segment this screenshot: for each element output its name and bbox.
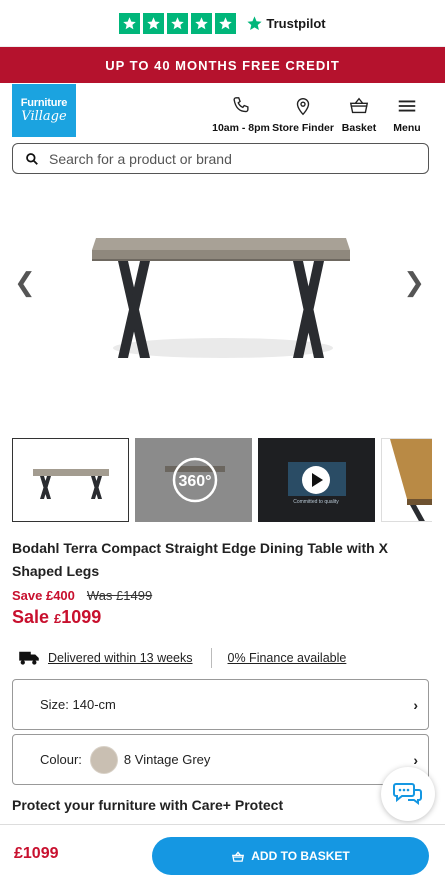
basket-icon [349, 97, 369, 114]
sticky-basket-bar: £1099 ADD TO BASKET [0, 824, 445, 882]
basket-icon [232, 850, 245, 862]
product-title: Bodahl Terra Compact Straight Edge Dinin… [12, 540, 388, 579]
hours-label: 10am - 8pm [212, 122, 270, 134]
table-detail-thumbnail-image [390, 439, 432, 521]
delivery-finance-row: Delivered within 13 weeks 0% Finance ava… [18, 648, 346, 668]
add-to-basket-button[interactable]: ADD TO BASKET [152, 837, 429, 875]
video-thumbnail-image: Committed to quality [288, 462, 346, 505]
chevron-right-icon: › [413, 696, 418, 713]
logo-line1: Furniture [20, 97, 68, 109]
delivery-time-link[interactable]: Delivered within 13 weeks [48, 651, 193, 665]
size-value: 140-cm [72, 697, 116, 712]
colour-swatch [89, 745, 118, 774]
menu-label: Menu [393, 122, 421, 134]
delivery-truck-icon [19, 651, 39, 665]
star-icon [143, 12, 165, 34]
star-icon [191, 12, 213, 34]
sticky-price: £1099 [14, 844, 59, 862]
size-label: Size: [40, 697, 69, 712]
star-icon [215, 12, 237, 34]
colour-value: 8 Vintage Grey [123, 752, 211, 767]
thumbnail-strip: 360° Committed to quality [12, 438, 432, 522]
opening-hours-button[interactable]: 10am - 8pm [211, 95, 271, 134]
rotate-360-icon: 360° [165, 457, 225, 503]
search-bar[interactable] [12, 143, 429, 174]
sale-label: Sale [12, 607, 55, 627]
sale-amount: 1099 [61, 607, 102, 627]
colour-selector[interactable]: Colour: 8 Vintage Grey › [12, 734, 429, 785]
thumb-360-label: 360° [178, 473, 211, 490]
store-finder-label: Store Finder [272, 122, 334, 134]
table-thumbnail-image [33, 469, 109, 499]
hamburger-menu-icon [398, 100, 416, 112]
chat-button[interactable] [381, 767, 435, 821]
colour-label: Colour: [40, 752, 82, 767]
add-to-basket-label: ADD TO BASKET [251, 849, 350, 863]
thumbnail-table[interactable] [12, 438, 129, 522]
store-finder-button[interactable]: Store Finder [271, 95, 335, 134]
phone-icon [233, 97, 249, 113]
basket-label: Basket [341, 122, 377, 134]
chevron-right-icon: › [413, 751, 418, 768]
location-pin-icon [296, 98, 310, 116]
price-comparison: Save £400 Was £1499 [12, 588, 152, 603]
basket-button[interactable]: Basket [335, 95, 383, 134]
sale-price: Sale £1099 [12, 607, 101, 628]
divider [210, 648, 212, 668]
finance-link[interactable]: 0% Finance available [228, 651, 347, 665]
search-icon[interactable] [25, 152, 39, 166]
dining-table-image [92, 238, 350, 358]
furniture-village-logo[interactable]: Furniture Village [12, 84, 76, 137]
trustpilot-bar[interactable]: Trustpilot [0, 0, 445, 47]
trustpilot-stars [119, 12, 237, 34]
site-header: Furniture Village 10am - 8pm Store Finde… [0, 83, 445, 138]
trustpilot-logo: Trustpilot [246, 15, 326, 32]
logo-line2: Village [21, 109, 67, 124]
size-selector[interactable]: Size: 140-cm › [12, 679, 429, 730]
carousel-prev-icon[interactable]: ❮ [14, 268, 36, 298]
product-image-carousel[interactable]: ❮ ❯ [0, 190, 445, 420]
save-amount: Save £400 [12, 588, 75, 603]
carousel-next-icon[interactable]: ❯ [403, 268, 425, 298]
promo-banner[interactable]: UP TO 40 MONTHS FREE CREDIT [0, 47, 445, 83]
thumbnail-video[interactable]: Committed to quality [258, 438, 375, 522]
trustpilot-brand-text: Trustpilot [266, 15, 326, 31]
search-input[interactable] [49, 150, 389, 167]
was-price: Was £1499 [86, 588, 153, 603]
star-icon [167, 12, 189, 34]
care-protect-heading: Protect your furniture with Care+ Protec… [12, 797, 284, 813]
video-caption: Committed to quality [293, 499, 339, 505]
trustpilot-star-icon [247, 15, 262, 30]
star-icon [119, 12, 141, 34]
thumbnail-detail[interactable] [381, 438, 432, 522]
chat-bubbles-icon [393, 783, 422, 805]
thumbnail-360-view[interactable]: 360° [135, 438, 252, 522]
promo-text: UP TO 40 MONTHS FREE CREDIT [105, 57, 340, 73]
menu-button[interactable]: Menu [383, 95, 431, 134]
header-nav: 10am - 8pm Store Finder Basket Menu [211, 95, 431, 134]
